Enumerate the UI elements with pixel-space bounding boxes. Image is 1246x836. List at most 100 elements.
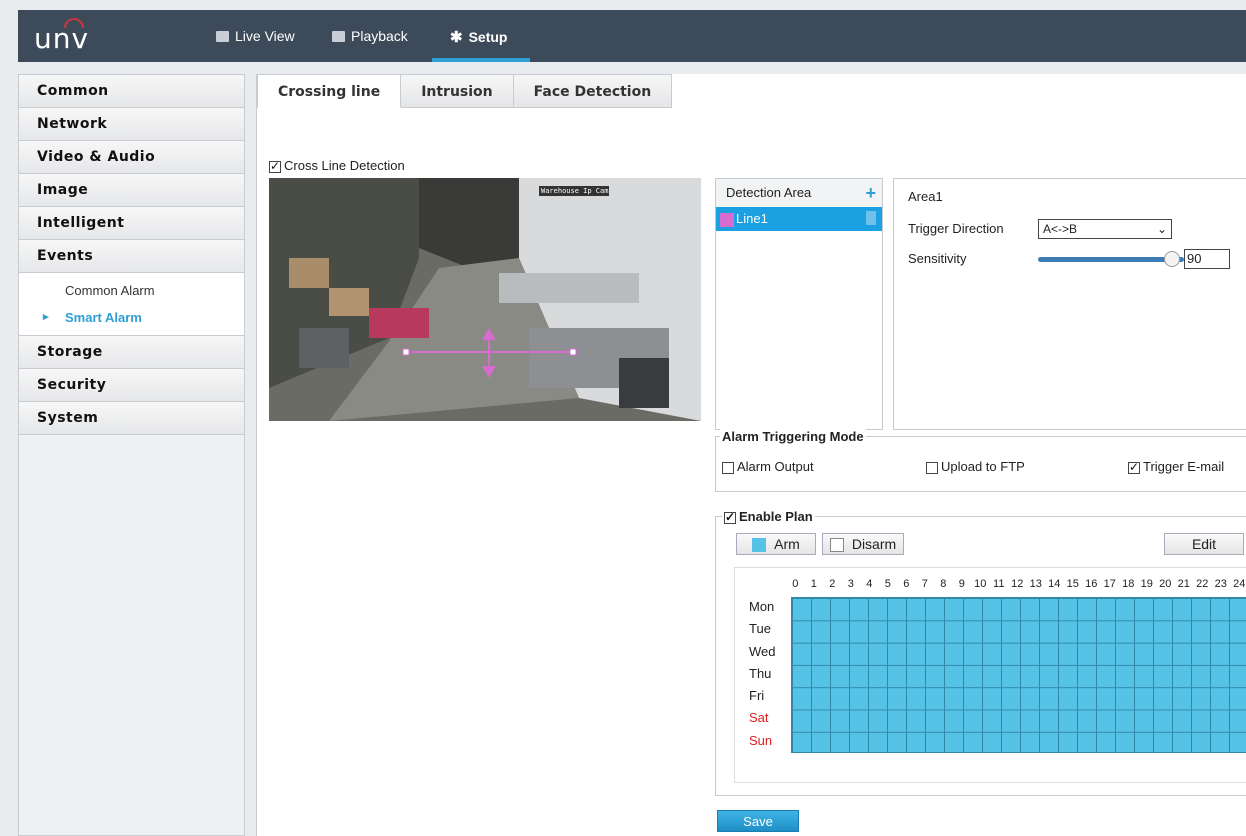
cross-line-detection-toggle[interactable]: Cross Line Detection: [269, 158, 405, 173]
tab-intrusion[interactable]: Intrusion: [401, 74, 514, 108]
trigger-direction-value: A<->B: [1043, 222, 1078, 236]
sidebar-item-image[interactable]: Image: [19, 174, 244, 207]
arm-swatch: [752, 538, 767, 553]
hour-label: 16: [1085, 578, 1098, 590]
hour-label: 23: [1214, 578, 1227, 590]
sensitivity-label: Sensitivity: [908, 251, 967, 266]
sidebar-subitem-smart-alarm[interactable]: Smart Alarm: [19, 304, 244, 331]
sidebar-item-common[interactable]: Common: [19, 75, 244, 108]
cross-line-label: Cross Line Detection: [284, 158, 405, 173]
hour-label: 19: [1140, 578, 1153, 590]
unv-logo: unv: [34, 18, 89, 55]
nav-setup[interactable]: ✱ Setup: [450, 28, 507, 46]
sidebar-subitem-common-alarm[interactable]: Common Alarm: [19, 277, 244, 304]
hour-labels: 0 1 2 3 4 5 6 7 8 9 10 11 12 13 14 15 16 17 18 19 20 21 22 23 24: [786, 578, 1246, 590]
plus-icon[interactable]: +: [865, 179, 876, 207]
nav-active-indicator: [432, 58, 530, 62]
hour-label: 2: [829, 578, 836, 590]
hour-label: 5: [884, 578, 891, 590]
enable-plan-legend[interactable]: Enable Plan: [722, 509, 815, 524]
detection-area-panel: Detection Area + Line1: [715, 178, 883, 430]
day-labels: Mon Tue Wed Thu Fri Sat Sun: [749, 596, 776, 752]
day-label: Sat: [749, 710, 769, 726]
schedule-grid-container: 0 1 2 3 4 5 6 7 8 9 10 11 12 13 14 15 16 17 18 19 20 21 22 23 24…: [734, 567, 1246, 783]
film-icon: [332, 30, 345, 42]
hour-label: 21: [1177, 578, 1190, 590]
day-label: Tue: [749, 621, 771, 637]
nav-live-view[interactable]: Live View: [216, 28, 295, 44]
sidebar-item-network[interactable]: Network: [19, 108, 244, 141]
disarm-swatch: [829, 538, 844, 553]
nav-playback[interactable]: Playback: [332, 28, 408, 44]
cross-line-checkbox[interactable]: [269, 159, 281, 173]
alarm-output-label: Alarm Output: [737, 459, 814, 474]
hour-label: 13: [1029, 578, 1042, 590]
day-label: Thu: [749, 665, 772, 681]
hour-label: 20: [1159, 578, 1172, 590]
sidebar-item-intelligent[interactable]: Intelligent: [19, 207, 244, 240]
hour-label: 11: [993, 578, 1005, 590]
nav-playback-label: Playback: [351, 28, 408, 44]
sidebar-item-video-audio[interactable]: Video & Audio: [19, 141, 244, 174]
hour-label: 18: [1122, 578, 1135, 590]
enable-plan-section: Enable Plan Arm Disarm Edit 012345678910…: [715, 509, 1246, 796]
trigger-email-label: Trigger E-mail: [1143, 459, 1225, 474]
detection-line-item[interactable]: Line1: [716, 207, 882, 231]
alarm-mode-legend: Alarm Triggering Mode: [720, 429, 866, 444]
schedule-grid[interactable]: [791, 597, 1246, 753]
arm-button[interactable]: Arm: [736, 533, 816, 555]
hour-label: 3: [847, 578, 854, 590]
sidebar-item-security[interactable]: Security: [19, 369, 244, 402]
tab-crossing-line[interactable]: Crossing line: [257, 74, 402, 108]
hour-label: 6: [903, 578, 910, 590]
trigger-direction-label: Trigger Direction: [908, 221, 1004, 236]
tab-face-detection[interactable]: Face Detection: [513, 74, 673, 108]
sensitivity-slider[interactable]: [1038, 257, 1184, 262]
upload-ftp-label: Upload to FTP: [941, 459, 1025, 474]
trash-icon[interactable]: [866, 211, 876, 225]
disarm-button[interactable]: Disarm: [822, 533, 904, 555]
edit-button[interactable]: Edit: [1164, 533, 1244, 555]
events-submenu: Common Alarm Smart Alarm: [19, 273, 244, 336]
enable-plan-checkbox[interactable]: [724, 510, 736, 524]
sidebar-item-events[interactable]: Events: [19, 240, 244, 273]
tab-bar: Crossing line Intrusion Face Detection: [257, 74, 673, 108]
trigger-direction-select[interactable]: A<->B ⌄: [1038, 219, 1172, 239]
hour-label: 0: [792, 578, 799, 590]
sidebar: Common Network Video & Audio Image Intel…: [18, 74, 245, 836]
sensitivity-slider-handle[interactable]: [1164, 251, 1180, 267]
hour-label: 4: [866, 578, 873, 590]
camera-preview[interactable]: Warehouse Ip Cam: [269, 178, 701, 421]
hour-label: 15: [1066, 578, 1079, 590]
hour-label: 7: [921, 578, 928, 590]
warehouse-scene: [269, 178, 701, 421]
sensitivity-input[interactable]: 90: [1184, 249, 1230, 269]
sidebar-item-system[interactable]: System: [19, 402, 244, 435]
upload-ftp-option[interactable]: Upload to FTP: [926, 459, 1025, 474]
main-panel: Crossing line Intrusion Face Detection C…: [256, 74, 1246, 836]
hour-label: 22: [1196, 578, 1209, 590]
alarm-output-option[interactable]: Alarm Output: [722, 459, 814, 474]
day-label: Sun: [749, 732, 773, 748]
trigger-email-option[interactable]: Trigger E-mail: [1128, 459, 1224, 474]
hour-label: 10: [974, 578, 987, 590]
save-button[interactable]: Save: [717, 810, 799, 832]
hour-label: 12: [1011, 578, 1024, 590]
chevron-down-icon: ⌄: [1156, 222, 1167, 236]
enable-plan-label: Enable Plan: [739, 509, 813, 524]
line-label: Line1: [736, 211, 768, 226]
day-label: Fri: [749, 688, 765, 704]
monitor-icon: [216, 30, 229, 42]
alarm-output-checkbox[interactable]: [722, 461, 734, 474]
detection-area-title: Detection Area: [726, 185, 812, 200]
hour-label: 8: [940, 578, 947, 590]
camera-osd-label: Warehouse Ip Cam: [539, 186, 609, 196]
area-settings-panel: Area1 Trigger Direction A<->B ⌄ Sensitiv…: [893, 178, 1246, 430]
upload-ftp-checkbox[interactable]: [926, 461, 938, 474]
nav-setup-label: Setup: [468, 29, 508, 45]
top-bar: unv Live View Playback ✱ Setup: [18, 10, 1246, 62]
sidebar-item-storage[interactable]: Storage: [19, 336, 244, 369]
trigger-email-checkbox[interactable]: [1128, 460, 1140, 474]
nav-live-view-label: Live View: [235, 28, 295, 44]
day-label: Wed: [749, 643, 776, 659]
